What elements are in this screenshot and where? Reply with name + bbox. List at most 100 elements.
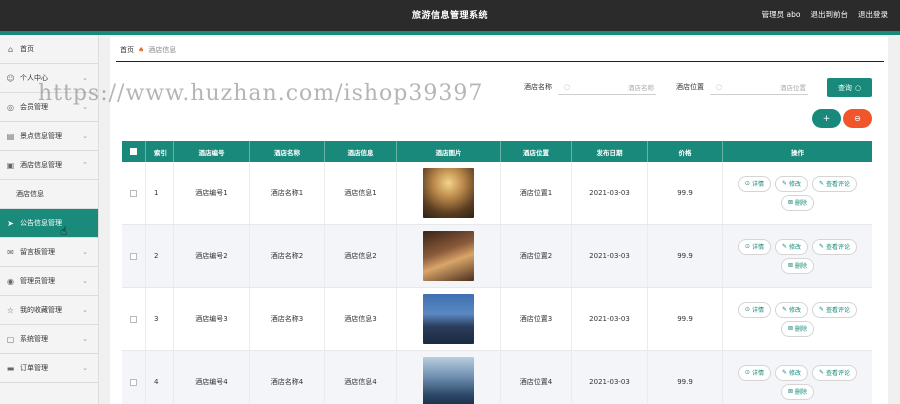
send-icon: ➤ xyxy=(7,218,14,228)
query-button[interactable]: 查询 ○ xyxy=(827,78,872,97)
admin-icon: ◉ xyxy=(7,276,14,286)
sidebar-item-system[interactable]: ▢ 系统管理 ⌄ xyxy=(0,325,98,354)
view-reviews-button[interactable]: ✎ 查看评论 xyxy=(812,238,858,255)
sidebar-item-hotels[interactable]: ▣ 酒店信息管理 ⌃ xyxy=(0,151,98,180)
select-all-checkbox[interactable] xyxy=(130,148,137,155)
edit-icon: ✎ xyxy=(781,180,787,187)
sidebar-item-message-board[interactable]: ✉ 留言板管理 ⌄ xyxy=(0,238,98,267)
col-index: 索引 xyxy=(146,141,174,162)
search-name-input[interactable]: ○ 酒店名称 xyxy=(558,79,656,95)
search-location-group: 酒店位置 ○ 酒店位置 xyxy=(676,79,808,95)
detail-button[interactable]: ⊙ 详情 xyxy=(737,238,771,255)
breadcrumb-home[interactable]: 首页 xyxy=(120,45,134,55)
row-checkbox[interactable] xyxy=(130,189,137,197)
col-hotel-location: 酒店位置 xyxy=(501,141,572,162)
edit-icon: ✎ xyxy=(781,306,787,313)
sidebar-item-label: 公告信息管理 xyxy=(20,219,62,227)
table-header: 索引 酒店编号 酒店名称 酒店信息 酒店图片 酒店位置 发布日期 价格 操作 xyxy=(122,141,872,162)
sidebar-item-label: 订单管理 xyxy=(20,364,48,372)
row-checkbox[interactable] xyxy=(130,252,137,260)
trash-icon: ⊠ xyxy=(787,262,793,269)
delete-button[interactable]: ⊠ 删除 xyxy=(780,257,815,274)
sidebar-item-label: 酒店信息管理 xyxy=(20,161,62,169)
chevron-down-icon: ⌄ xyxy=(82,364,88,372)
cell-index: 3 xyxy=(146,288,174,350)
hotel-photo xyxy=(423,168,474,218)
search-icon: ○ xyxy=(564,82,571,91)
trash-icon: ⊠ xyxy=(787,199,793,206)
detail-button[interactable]: ⊙ 详情 xyxy=(737,301,771,318)
sidebar-item-label: 景点信息管理 xyxy=(20,132,62,140)
detail-label: 详情 xyxy=(751,181,764,188)
cell-hotel-location: 酒店位置4 xyxy=(501,351,572,404)
delete-button[interactable]: ⊠ 删除 xyxy=(780,320,815,337)
sidebar-item-favorites[interactable]: ☆ 我的收藏管理 ⌄ xyxy=(0,296,98,325)
edit-button[interactable]: ✎ 修改 xyxy=(774,364,809,381)
delete-button[interactable]: ⊠ 删除 xyxy=(780,194,815,211)
detail-icon: ⊙ xyxy=(744,306,750,313)
sidebar-subitem-hotel-info[interactable]: 酒店信息 xyxy=(0,180,98,209)
cell-publish-date: 2021-03-03 xyxy=(572,225,648,287)
breadcrumb-separator-icon: ♠ xyxy=(138,46,145,54)
review-icon: ✎ xyxy=(819,243,825,250)
cell-hotel-image xyxy=(397,351,501,404)
cell-price: 99.9 xyxy=(648,225,723,287)
star-icon: ☆ xyxy=(6,305,15,315)
edit-label: 修改 xyxy=(789,307,802,314)
col-hotel-name: 酒店名称 xyxy=(250,141,325,162)
edit-label: 修改 xyxy=(789,181,802,188)
cell-operations: ⊙ 详情 ✎ 修改 ✎ 查看评论 ⊠ 删除 xyxy=(723,288,872,350)
edit-button[interactable]: ✎ 修改 xyxy=(774,175,809,192)
to-frontend-link[interactable]: 退出到前台 xyxy=(811,9,849,20)
detail-button[interactable]: ⊙ 详情 xyxy=(737,175,771,192)
review-label: 查看评论 xyxy=(826,181,851,188)
view-reviews-button[interactable]: ✎ 查看评论 xyxy=(812,175,858,192)
cell-hotel-name: 酒店名称2 xyxy=(250,225,325,287)
cell-publish-date: 2021-03-03 xyxy=(572,288,648,350)
cell-hotel-info: 酒店信息2 xyxy=(325,225,397,287)
document-icon: ▤ xyxy=(6,131,15,141)
top-bar: 旅游信息管理系统 管理员 abo 退出到前台 退出登录 xyxy=(0,0,900,31)
search-name-placeholder: 酒店名称 xyxy=(628,83,654,92)
col-price: 价格 xyxy=(648,141,723,162)
view-reviews-button[interactable]: ✎ 查看评论 xyxy=(812,364,858,381)
edit-icon: ✎ xyxy=(781,243,787,250)
review-icon: ✎ xyxy=(819,180,825,187)
cell-hotel-no: 酒店编号2 xyxy=(174,225,250,287)
col-publish-date: 发布日期 xyxy=(572,141,648,162)
cell-hotel-info: 酒店信息3 xyxy=(325,288,397,350)
edit-button[interactable]: ✎ 修改 xyxy=(774,301,809,318)
sidebar-item-admins[interactable]: ◉ 管理员管理 ⌄ xyxy=(0,267,98,296)
cell-price: 99.9 xyxy=(648,351,723,404)
trash-icon: ⊠ xyxy=(787,325,793,332)
cell-operations: ⊙ 详情 ✎ 修改 ✎ 查看评论 ⊠ 删除 xyxy=(723,162,872,224)
view-reviews-button[interactable]: ✎ 查看评论 xyxy=(812,301,858,318)
table-row: 4 酒店编号4 酒店名称4 酒店信息4 酒店位置4 2021-03-03 99.… xyxy=(122,351,872,404)
edit-button[interactable]: ✎ 修改 xyxy=(774,238,809,255)
review-label: 查看评论 xyxy=(826,370,851,377)
detail-button[interactable]: ⊙ 详情 xyxy=(737,364,771,381)
detail-icon: ⊙ xyxy=(744,180,750,187)
trash-icon: ⊠ xyxy=(787,388,793,395)
cell-hotel-location: 酒店位置1 xyxy=(501,162,572,224)
search-name-group: 酒店名称 ○ 酒店名称 xyxy=(524,79,656,95)
add-button[interactable]: + xyxy=(812,109,841,128)
delete-button[interactable]: ⊠ 删除 xyxy=(780,383,815,400)
breadcrumb: 首页 ♠ 酒店信息 xyxy=(120,45,176,55)
settings-icon: ▢ xyxy=(6,334,15,344)
batch-delete-button[interactable]: ⊖ xyxy=(843,109,872,128)
col-operations: 操作 xyxy=(791,148,804,157)
sidebar-item-home[interactable]: ⌂ 首页 xyxy=(0,35,98,64)
search-location-input[interactable]: ○ 酒店位置 xyxy=(710,79,808,95)
logout-link[interactable]: 退出登录 xyxy=(858,9,888,20)
row-select-cell xyxy=(122,225,146,287)
chevron-up-icon: ⌃ xyxy=(82,161,88,169)
chevron-down-icon: ⌄ xyxy=(82,248,88,256)
sidebar-item-announcements[interactable]: ➤ 公告信息管理 ☝ xyxy=(0,209,98,238)
search-name-label: 酒店名称 xyxy=(524,83,552,91)
sidebar-item-attractions[interactable]: ▤ 景点信息管理 ⌄ xyxy=(0,122,98,151)
sidebar-item-orders[interactable]: ▬ 订单管理 ⌄ xyxy=(0,354,98,383)
row-checkbox[interactable] xyxy=(130,315,137,323)
mail-icon: ✉ xyxy=(7,247,14,257)
row-checkbox[interactable] xyxy=(130,378,137,386)
